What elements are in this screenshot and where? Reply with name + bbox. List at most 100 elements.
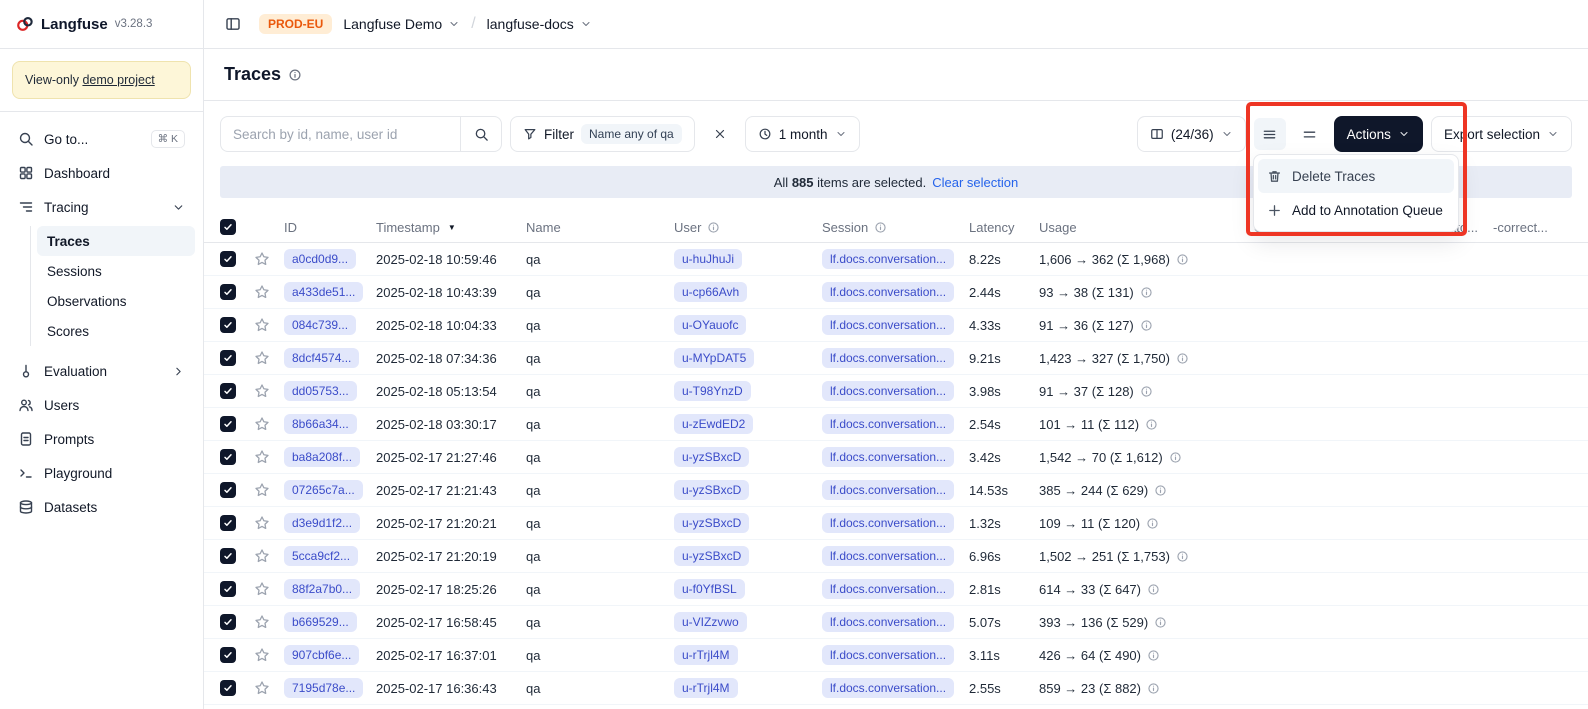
trace-id-badge[interactable]: 8dcf4574... [284,348,359,368]
session-badge[interactable]: lf.docs.conversation... [822,480,954,500]
favorite-star-icon[interactable] [254,647,270,663]
session-badge[interactable]: lf.docs.conversation... [822,612,954,632]
column-header-session[interactable]: Session [822,220,969,235]
user-badge[interactable]: u-OYauofc [674,315,746,335]
trace-id-badge[interactable]: 084c739... [284,315,356,335]
session-badge[interactable]: lf.docs.conversation... [822,678,954,698]
trace-id-badge[interactable]: a0cd0d9... [284,249,356,269]
session-badge[interactable]: lf.docs.conversation... [822,315,954,335]
row-height-small-button[interactable] [1254,118,1286,150]
column-header-latency[interactable]: Latency [969,220,1039,235]
user-badge[interactable]: u-yzSBxcD [674,447,749,467]
user-badge[interactable]: u-yzSBxcD [674,513,749,533]
sidebar-item-observations[interactable]: Observations [37,286,195,316]
column-header-correct[interactable]: -correct... [1493,220,1588,235]
trace-id-badge[interactable]: b669529... [284,612,357,632]
favorite-star-icon[interactable] [254,680,270,696]
table-row[interactable]: 8dcf4574... 2025-02-18 07:34:36 qa u-MYp… [204,342,1588,375]
session-badge[interactable]: lf.docs.conversation... [822,249,954,269]
table-row[interactable]: dd05753... 2025-02-18 05:13:54 qa u-T98Y… [204,375,1588,408]
session-badge[interactable]: lf.docs.conversation... [822,645,954,665]
session-badge[interactable]: lf.docs.conversation... [822,546,954,566]
user-badge[interactable]: u-yzSBxcD [674,480,749,500]
sidebar-item-evaluation[interactable]: Evaluation [8,354,195,388]
session-badge[interactable]: lf.docs.conversation... [822,282,954,302]
sidebar-item-traces[interactable]: Traces [37,226,195,256]
row-checkbox[interactable] [220,680,236,696]
user-badge[interactable]: u-T98YnzD [674,381,751,401]
row-checkbox[interactable] [220,482,236,498]
table-row[interactable]: b669529... 2025-02-17 16:58:45 qa u-VIZz… [204,606,1588,639]
table-row[interactable]: 88f2a7b0... 2025-02-17 18:25:26 qa u-f0Y… [204,573,1588,606]
trace-id-badge[interactable]: 7195d78e... [284,678,363,698]
favorite-star-icon[interactable] [254,482,270,498]
favorite-star-icon[interactable] [254,383,270,399]
row-checkbox[interactable] [220,383,236,399]
favorite-star-icon[interactable] [254,515,270,531]
favorite-star-icon[interactable] [254,317,270,333]
table-row[interactable]: 7195d78e... 2025-02-17 16:36:43 qa u-rTr… [204,672,1588,705]
trace-id-badge[interactable]: 5cca9cf2... [284,546,358,566]
favorite-star-icon[interactable] [254,449,270,465]
trace-id-badge[interactable]: a433de51... [284,282,363,302]
clear-filter-button[interactable] [703,117,737,151]
row-checkbox[interactable] [220,317,236,333]
row-checkbox[interactable] [220,350,236,366]
table-row[interactable]: 07265c7a... 2025-02-17 21:21:43 qa u-yzS… [204,474,1588,507]
user-badge[interactable]: u-rTrjl4M [674,645,738,665]
favorite-star-icon[interactable] [254,416,270,432]
session-badge[interactable]: lf.docs.conversation... [822,381,954,401]
table-row[interactable]: 8b66a34... 2025-02-18 03:30:17 qa u-zEwd… [204,408,1588,441]
user-badge[interactable]: u-rTrjl4M [674,678,738,698]
clear-selection-link[interactable]: Clear selection [932,175,1018,190]
column-header-id[interactable]: ID [284,220,376,235]
time-range-button[interactable]: 1 month [745,116,860,152]
filter-button[interactable]: Filter Name any of qa [510,116,695,152]
user-badge[interactable]: u-f0YfBSL [674,579,745,599]
table-row[interactable]: d3e9d1f2... 2025-02-17 21:20:21 qa u-yzS… [204,507,1588,540]
session-badge[interactable]: lf.docs.conversation... [822,447,954,467]
info-icon[interactable] [288,68,302,82]
table-row[interactable]: a0cd0d9... 2025-02-18 10:59:46 qa u-huJh… [204,243,1588,276]
table-row[interactable]: ba8a208f... 2025-02-17 21:27:46 qa u-yzS… [204,441,1588,474]
table-row[interactable]: 084c739... 2025-02-18 10:04:33 qa u-OYau… [204,309,1588,342]
row-checkbox[interactable] [220,515,236,531]
sidebar-item-scores[interactable]: Scores [37,316,195,346]
session-badge[interactable]: lf.docs.conversation... [822,414,954,434]
trace-id-badge[interactable]: 07265c7a... [284,480,363,500]
sidebar-item-playground[interactable]: Playground [8,456,195,490]
user-badge[interactable]: u-VIZzvwo [674,612,747,632]
user-badge[interactable]: u-huJhuJi [674,249,742,269]
favorite-star-icon[interactable] [254,251,270,267]
session-badge[interactable]: lf.docs.conversation... [822,348,954,368]
trace-id-badge[interactable]: 8b66a34... [284,414,357,434]
sidebar-item-users[interactable]: Users [8,388,195,422]
sidebar-toggle-button[interactable] [218,9,248,39]
columns-button[interactable]: (24/36) [1137,116,1246,152]
trace-id-badge[interactable]: dd05753... [284,381,357,401]
project-switcher[interactable]: langfuse-docs [487,16,592,32]
sidebar-item-sessions[interactable]: Sessions [37,256,195,286]
favorite-star-icon[interactable] [254,581,270,597]
favorite-star-icon[interactable] [254,284,270,300]
trace-id-badge[interactable]: d3e9d1f2... [284,513,360,533]
table-row[interactable]: 5cca9cf2... 2025-02-17 21:20:19 qa u-yzS… [204,540,1588,573]
session-badge[interactable]: lf.docs.conversation... [822,513,954,533]
row-checkbox[interactable] [220,647,236,663]
row-checkbox[interactable] [220,548,236,564]
column-header-timestamp[interactable]: Timestamp▼ [376,220,526,235]
row-checkbox[interactable] [220,251,236,267]
sidebar-item-prompts[interactable]: Prompts [8,422,195,456]
trace-id-badge[interactable]: 907cbf6e... [284,645,359,665]
user-badge[interactable]: u-MYpDAT5 [674,348,754,368]
search-input[interactable] [220,116,460,152]
user-badge[interactable]: u-cp66Avh [674,282,747,302]
row-checkbox[interactable] [220,284,236,300]
sidebar-item-dashboard[interactable]: Dashboard [8,156,195,190]
favorite-star-icon[interactable] [254,350,270,366]
actions-button[interactable]: Actions [1334,116,1423,152]
favorite-star-icon[interactable] [254,614,270,630]
row-height-medium-button[interactable] [1294,118,1326,150]
column-header-name[interactable]: Name [526,220,674,235]
menu-item-delete-traces[interactable]: Delete Traces [1258,159,1454,193]
